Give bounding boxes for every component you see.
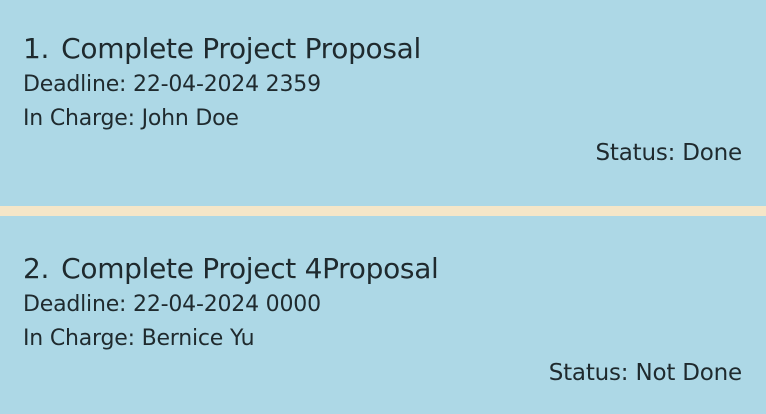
task-card[interactable]: 1. Complete Project Proposal Deadline: 22… bbox=[0, 0, 766, 206]
task-name: Complete Project 4Proposal bbox=[61, 252, 439, 285]
task-status: Status: Done bbox=[595, 140, 743, 166]
task-card[interactable]: 2. Complete Project 4Proposal Deadline: 2… bbox=[0, 216, 766, 414]
task-title: 2. Complete Project 4Proposal bbox=[23, 252, 439, 285]
task-deadline: Deadline: 22-04-2024 2359 bbox=[23, 72, 321, 97]
task-title: 1. Complete Project Proposal bbox=[23, 32, 421, 65]
task-in-charge: In Charge: John Doe bbox=[23, 106, 239, 131]
task-deadline: Deadline: 22-04-2024 0000 bbox=[23, 292, 321, 317]
task-list: 1. Complete Project Proposal Deadline: 22… bbox=[0, 0, 766, 414]
task-index: 1. bbox=[23, 32, 50, 65]
task-name: Complete Project Proposal bbox=[61, 32, 422, 65]
task-index: 2. bbox=[23, 252, 50, 285]
task-status: Status: Not Done bbox=[548, 360, 742, 386]
task-in-charge: In Charge: Bernice Yu bbox=[23, 326, 255, 351]
